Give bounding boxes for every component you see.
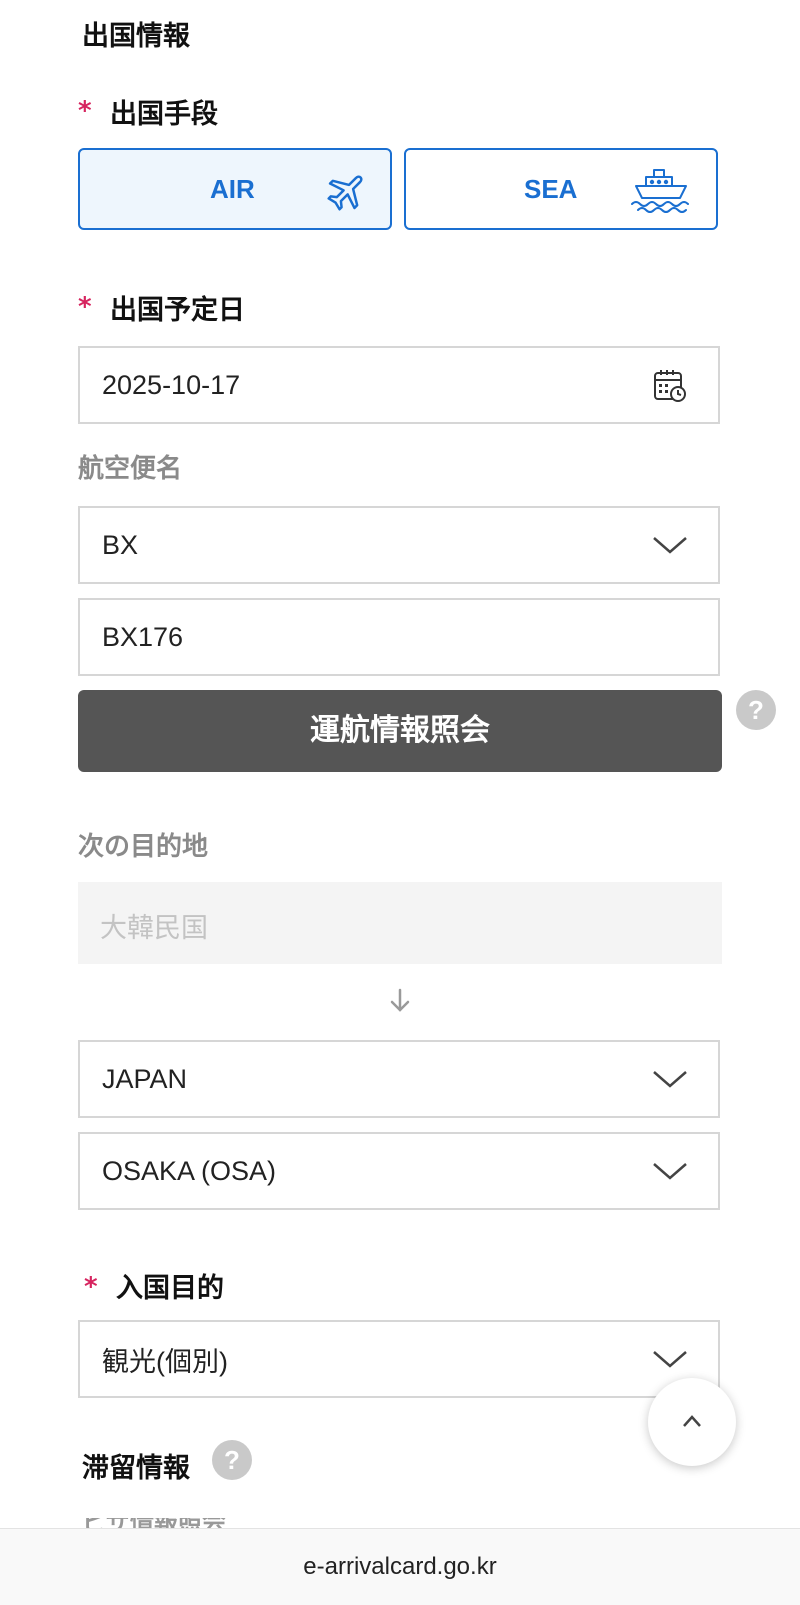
- origin-country-field: 大韓民国: [78, 882, 722, 964]
- exit-mode-label: 出国手段: [110, 99, 218, 130]
- flight-number-value: BX176: [102, 621, 184, 652]
- entry-purpose-label: 入国目的: [116, 1273, 224, 1304]
- browser-url-bar[interactable]: e-arrivalcard.go.kr: [0, 1528, 800, 1605]
- calendar-icon[interactable]: [652, 368, 688, 404]
- help-icon[interactable]: ?: [212, 1440, 252, 1480]
- section-title-stay-info: 滞留情報: [82, 1453, 190, 1484]
- required-mark: *: [84, 1272, 98, 1302]
- departure-date-value: 2025-10-17: [102, 369, 241, 400]
- help-icon[interactable]: ?: [736, 690, 776, 730]
- flight-label: 航空便名: [78, 454, 183, 484]
- url-text: e-arrivalcard.go.kr: [303, 1553, 497, 1580]
- entry-purpose-value: 観光(個別): [102, 1346, 228, 1377]
- required-mark: *: [78, 96, 92, 126]
- flight-number-input[interactable]: BX176: [78, 598, 720, 676]
- arrow-down-icon: [390, 988, 410, 1012]
- destination-country-select[interactable]: JAPAN: [78, 1040, 720, 1118]
- scroll-to-top-button[interactable]: [648, 1378, 736, 1466]
- destination-city-value: OSAKA (OSA): [102, 1155, 277, 1186]
- chevron-up-icon: [683, 1415, 701, 1427]
- airline-value: BX: [102, 529, 139, 560]
- flight-info-inquiry-button[interactable]: 運航情報照会: [78, 690, 722, 772]
- chevron-down-icon: [653, 1071, 687, 1088]
- next-field-label-partial: ビザ情報照会: [82, 1518, 242, 1528]
- chevron-down-icon: [653, 1351, 687, 1368]
- ship-icon: [631, 169, 689, 213]
- air-mode-label: AIR: [210, 174, 255, 204]
- departure-date-field[interactable]: 2025-10-17: [78, 346, 720, 424]
- destination-city-select[interactable]: OSAKA (OSA): [78, 1132, 720, 1210]
- airplane-icon: [327, 175, 363, 211]
- next-destination-label: 次の目的地: [78, 832, 209, 862]
- chevron-down-icon: [653, 537, 687, 554]
- required-mark: *: [78, 292, 92, 322]
- sea-mode-label: SEA: [524, 174, 578, 204]
- departure-date-label: 出国予定日: [110, 295, 245, 326]
- section-title-exit-info: 出国情報: [82, 21, 190, 52]
- sea-mode-button[interactable]: SEA: [404, 148, 718, 230]
- air-mode-button[interactable]: AIR: [78, 148, 392, 230]
- destination-country-value: JAPAN: [102, 1063, 188, 1094]
- chevron-down-icon: [653, 1163, 687, 1180]
- origin-country-value: 大韓民国: [100, 913, 208, 944]
- airline-select[interactable]: BX: [78, 506, 720, 584]
- entry-purpose-select[interactable]: 観光(個別): [78, 1320, 720, 1398]
